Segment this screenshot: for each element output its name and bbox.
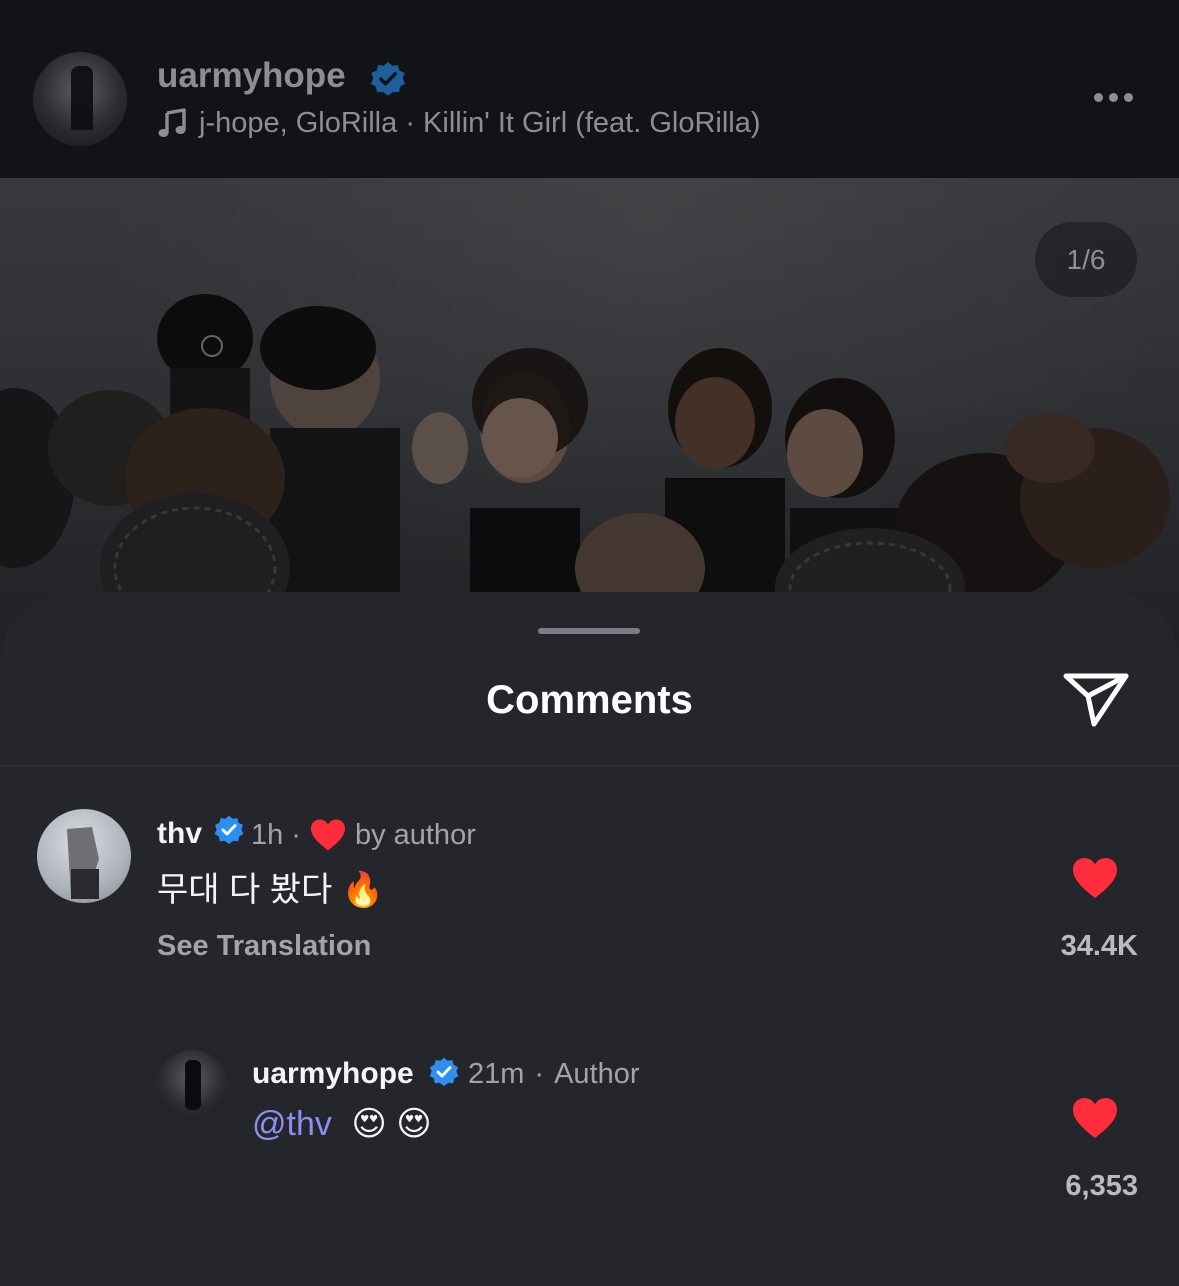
comment-username[interactable]: thv <box>157 817 202 851</box>
sheet-grabber[interactable] <box>538 628 640 634</box>
like-heart-icon[interactable] <box>1071 1096 1119 1140</box>
sheet-title: Comments <box>486 678 693 722</box>
mention-link[interactable]: @thv <box>252 1105 332 1143</box>
comment-meta: 1h · by author <box>251 818 476 852</box>
comment-text: 무대 다 봤다 🔥 <box>157 862 384 911</box>
verified-badge-icon <box>370 61 406 96</box>
comment-meta: 21m · Author <box>468 1058 640 1091</box>
liked-by-author-label: by author <box>354 818 476 851</box>
post-header: uarmyhope j-hope, GloRilla · Killin' It … <box>0 0 1179 178</box>
avatar[interactable] <box>37 809 131 903</box>
fire-emoji: 🔥 <box>341 871 385 909</box>
comment-text: @thv 😍 😍 <box>252 1104 432 1144</box>
more-options-icon[interactable] <box>1083 80 1143 114</box>
avatar-figure <box>67 827 99 899</box>
like-count: 6,353 <box>1065 1170 1138 1202</box>
dot <box>1108 92 1118 102</box>
image-counter: 1/6 <box>1035 222 1137 297</box>
heart-icon <box>310 819 345 851</box>
see-translation-button[interactable]: See Translation <box>157 930 371 963</box>
divider <box>0 765 1179 766</box>
music-info[interactable]: j-hope, GloRilla · Killin' It Girl (feat… <box>157 103 761 143</box>
separator: · <box>534 1058 545 1090</box>
verified-badge-icon <box>214 815 244 844</box>
comment-username[interactable]: uarmyhope <box>252 1057 414 1091</box>
dot <box>1093 92 1103 102</box>
avatar[interactable] <box>33 52 127 146</box>
comment-time: 21m <box>468 1058 525 1090</box>
music-label: j-hope, GloRilla · Killin' It Girl (feat… <box>199 106 761 139</box>
author-label: Author <box>554 1058 640 1090</box>
heart-eyes-emoji: 😍 😍 <box>351 1105 432 1143</box>
like-count: 34.4K <box>1060 930 1138 962</box>
music-note-icon <box>158 108 186 137</box>
post-username[interactable]: uarmyhope <box>157 56 346 96</box>
dot <box>1123 92 1133 102</box>
paper-plane-icon[interactable] <box>1058 666 1134 730</box>
comments-sheet: Comments thv 1h · by author 무대 다 봤다 🔥 Se… <box>0 592 1179 1286</box>
comment-body: 무대 다 봤다 <box>157 871 333 909</box>
avatar-figure <box>185 1060 201 1110</box>
avatar[interactable] <box>157 1050 227 1120</box>
comment-time: 1h <box>251 818 284 851</box>
like-heart-icon[interactable] <box>1071 856 1119 900</box>
separator: · <box>291 818 301 851</box>
verified-badge-icon <box>429 1057 459 1086</box>
